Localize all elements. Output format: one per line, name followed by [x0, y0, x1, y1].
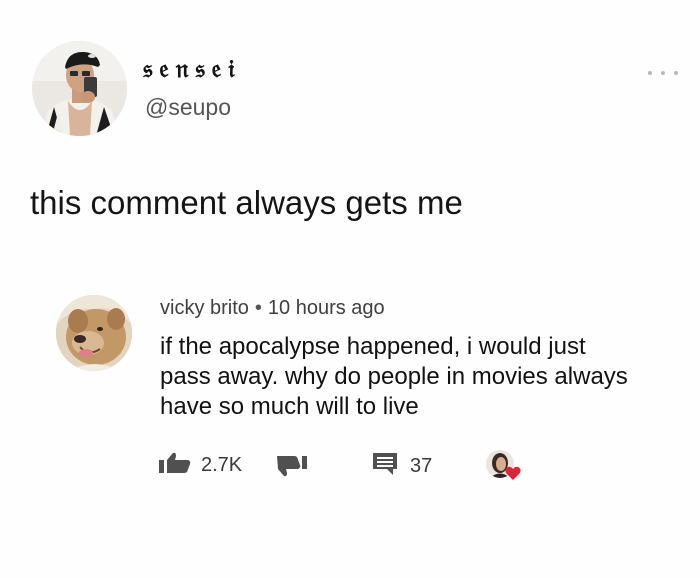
comment-action-bar: 2.7K 37	[158, 448, 538, 482]
creator-heart-badge[interactable]	[484, 448, 524, 488]
comment-timestamp[interactable]: 10 hours ago	[268, 297, 385, 319]
comment-body: if the apocalypse happened, i would just…	[160, 332, 680, 422]
comment-line: have so much will to live	[160, 393, 419, 420]
reply-count: 37	[410, 455, 433, 477]
more-options-icon[interactable]	[648, 66, 678, 80]
reply-button[interactable]: 37	[372, 452, 432, 481]
more-dot	[674, 71, 678, 75]
tweet-author-handle[interactable]: @seupo	[145, 96, 231, 119]
like-count: 2.7K	[201, 454, 243, 476]
tweet-author-display-name[interactable]: 𝔰𝔢𝔫𝔰𝔢𝔦	[143, 56, 241, 81]
tweet-author-avatar[interactable]	[32, 41, 127, 136]
heart-icon	[505, 466, 521, 486]
comment-author-name[interactable]: vicky brito	[160, 297, 249, 319]
comment-meta: vicky brito • 10 hours ago	[160, 297, 385, 319]
comment-icon	[372, 452, 398, 481]
tweet-text: this comment always gets me	[30, 184, 463, 221]
thumbs-up-icon	[158, 452, 194, 479]
more-dot	[648, 71, 652, 75]
dislike-button[interactable]	[274, 455, 310, 482]
more-dot	[661, 71, 665, 75]
like-button[interactable]: 2.7K	[158, 452, 242, 479]
meta-separator: •	[254, 297, 262, 319]
comment-line: pass away. why do people in movies alway…	[160, 363, 628, 390]
comment-author-avatar[interactable]	[56, 295, 132, 371]
comment-line: if the apocalypse happened, i would just	[160, 333, 586, 360]
screenshot-page: 𝔰𝔢𝔫𝔰𝔢𝔦 @seupo this comment always gets m…	[0, 0, 700, 578]
thumbs-down-icon	[274, 456, 310, 481]
